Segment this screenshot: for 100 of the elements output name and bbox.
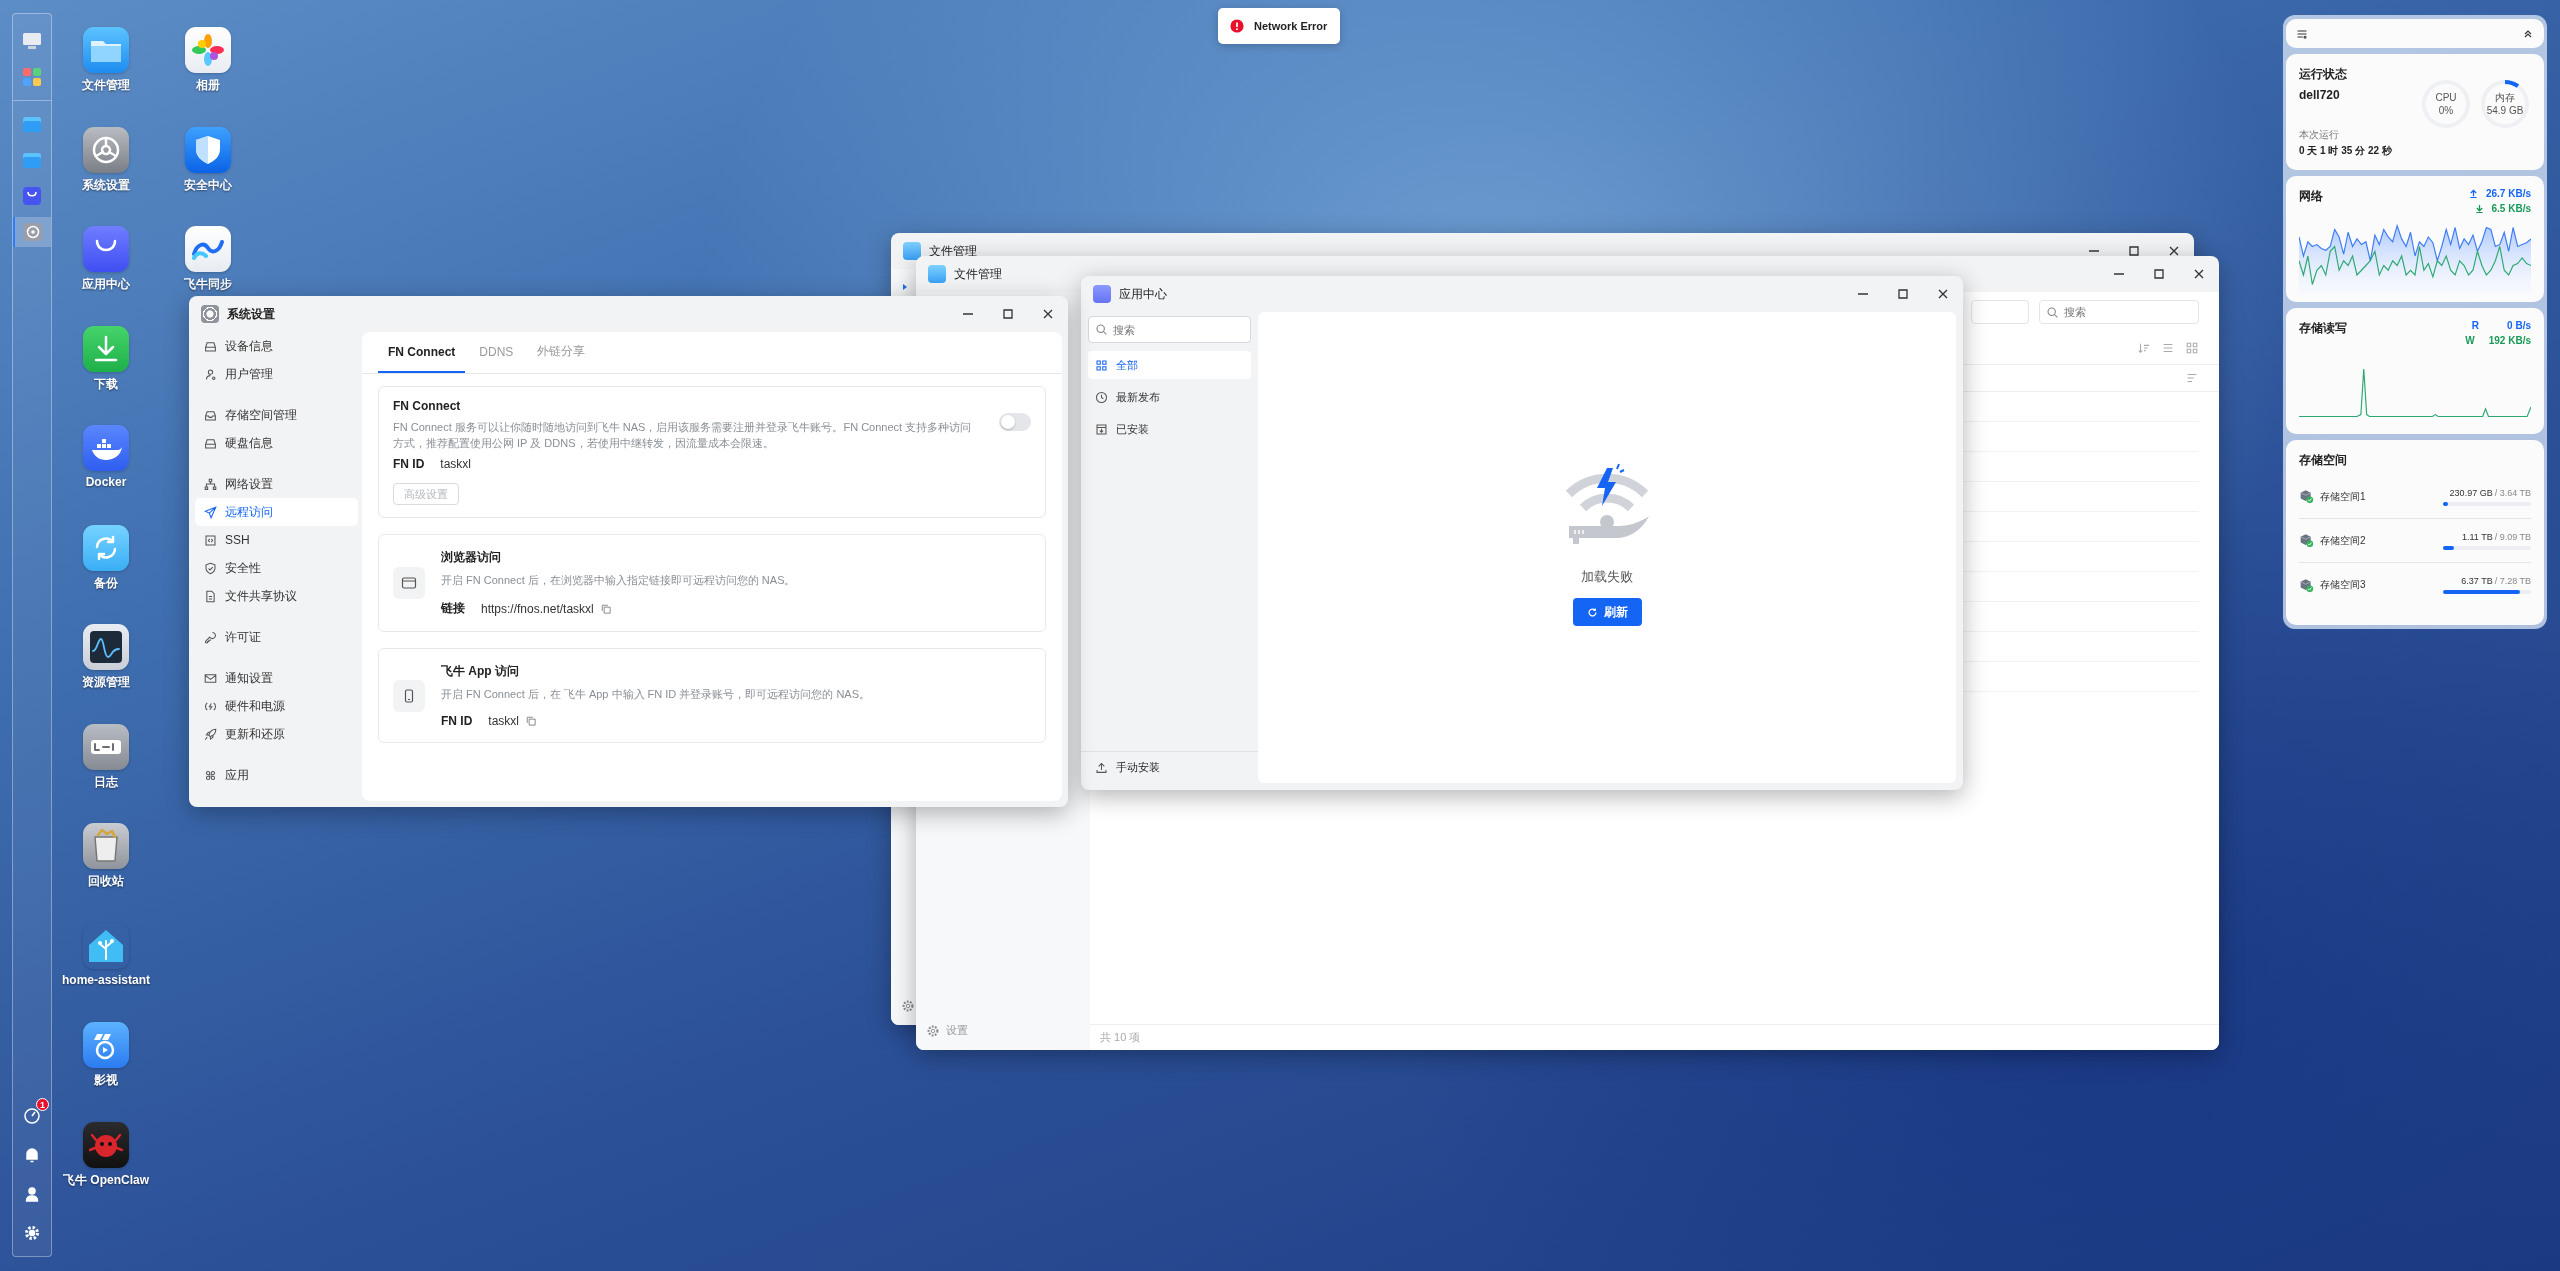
- sidebar-item[interactable]: 用户管理: [195, 360, 358, 388]
- app-label: Docker: [85, 475, 127, 489]
- apps-icon: [204, 768, 217, 782]
- search-field[interactable]: 搜索: [2039, 300, 2199, 324]
- sidebar-item[interactable]: 远程访问: [195, 498, 358, 526]
- maximize-icon[interactable]: [2153, 268, 2165, 280]
- gear-icon: [926, 1023, 940, 1038]
- refresh-icon: [1586, 606, 1598, 618]
- gear-icon[interactable]: [83, 126, 129, 173]
- maximize-icon[interactable]: [2128, 245, 2140, 257]
- maximize-icon[interactable]: [1002, 308, 1014, 320]
- sync-arrows-icon[interactable]: [83, 524, 129, 571]
- upload-arrow-icon: [2468, 189, 2478, 198]
- sidebar-item[interactable]: 最新发布: [1088, 383, 1251, 411]
- refresh-button[interactable]: 刷新: [1572, 598, 1642, 626]
- sidebar-item[interactable]: 许可证: [195, 623, 358, 651]
- gauge-value: 54.9 GB: [2486, 104, 2524, 117]
- app-label: 回收站: [88, 873, 124, 890]
- upload-icon: [1095, 761, 1108, 774]
- close-icon[interactable]: [1042, 308, 1054, 320]
- film-icon[interactable]: [83, 1022, 129, 1068]
- used-space: 230.97 GB: [2449, 487, 2493, 498]
- filter-icon[interactable]: [2296, 27, 2308, 40]
- sidebar-item[interactable]: SSH: [195, 526, 358, 554]
- close-icon[interactable]: [2168, 245, 2180, 257]
- download-icon[interactable]: [83, 325, 129, 372]
- field-label: FN ID: [441, 714, 473, 728]
- user-icon[interactable]: [23, 1185, 41, 1203]
- monitor-icon: [21, 30, 43, 52]
- sidebar-item[interactable]: 安全性: [195, 554, 358, 582]
- widget-title: 存储空间: [2299, 452, 2348, 469]
- window-title: 系统设置: [227, 305, 275, 323]
- uptime-label: 本次运行: [2299, 128, 2340, 142]
- wave-icon[interactable]: [185, 226, 231, 272]
- app-label: 应用中心: [82, 276, 130, 293]
- sidebar-item[interactable]: 更新和还原: [195, 720, 358, 748]
- widget-title: 存储读写: [2299, 320, 2347, 337]
- app-label: 下载: [94, 375, 118, 393]
- browser-window-icon: [393, 567, 425, 599]
- key-icon: [204, 630, 217, 644]
- close-icon[interactable]: [1937, 288, 1949, 300]
- sidebar-item[interactable]: 设备信息: [195, 332, 358, 360]
- card-title: 飞牛 App 访问: [441, 663, 520, 680]
- whale-icon[interactable]: [83, 425, 129, 471]
- write-rate: 192 KB/s: [2488, 335, 2531, 346]
- bell-icon[interactable]: [23, 1146, 41, 1164]
- user-icon: [204, 367, 217, 381]
- sidebar-item[interactable]: 硬盘信息: [195, 429, 358, 457]
- error-message: 加载失败: [1581, 568, 1633, 586]
- close-icon[interactable]: [2193, 268, 2205, 280]
- sidebar-item[interactable]: 硬件和电源: [195, 692, 358, 720]
- card-description: 开启 FN Connect 后，在浏览器中输入指定链接即可远程访问您的 NAS。: [441, 573, 797, 588]
- speedometer-icon[interactable]: [23, 1107, 41, 1125]
- app-label: 飞牛 OpenClaw: [63, 1171, 149, 1189]
- settings-icon[interactable]: [901, 999, 915, 1013]
- drive-icon: [204, 339, 217, 353]
- shield-icon[interactable]: [185, 126, 231, 173]
- app-label: 相册: [196, 77, 220, 94]
- sidebar-item[interactable]: 存储空间管理: [195, 401, 358, 429]
- trash-bin-icon[interactable]: [83, 823, 129, 869]
- sidebar-item[interactable]: 应用: [195, 761, 358, 789]
- sidebar-item[interactable]: 通知设置: [195, 664, 358, 692]
- storage-volume-icon: [2299, 577, 2314, 593]
- maximize-icon[interactable]: [1897, 288, 1909, 300]
- toggle-switch[interactable]: [999, 413, 1031, 431]
- download-box-icon: [1095, 422, 1108, 436]
- gear-icon: [201, 305, 219, 323]
- phone-icon: [393, 679, 425, 712]
- app-label: 资源管理: [82, 674, 130, 691]
- sidebar-item[interactable]: 全部: [1088, 351, 1251, 379]
- card-title: 浏览器访问: [441, 549, 502, 566]
- flower-icon[interactable]: [185, 27, 231, 73]
- widget-title: 网络: [2299, 188, 2323, 205]
- dock-button[interactable]: [13, 217, 51, 247]
- search-field[interactable]: 搜索: [1088, 316, 1251, 343]
- shopping-bag-icon: [1093, 285, 1111, 303]
- shopping-bag-icon[interactable]: [83, 226, 129, 272]
- pulse-monitor-icon[interactable]: [83, 624, 129, 670]
- gauge-label: CPU: [2435, 91, 2457, 104]
- sidebar-item[interactable]: 已安装: [1088, 415, 1251, 443]
- grid-icon: [1095, 358, 1108, 372]
- creature-icon[interactable]: [83, 1121, 129, 1168]
- folder-icon[interactable]: [83, 27, 129, 73]
- app-label: 备份: [94, 574, 118, 592]
- field-label: FN ID: [393, 457, 425, 471]
- write-label: W: [2465, 335, 2475, 346]
- storage-volume-icon: [2299, 489, 2314, 504]
- item-count: 共 10 项: [1100, 1030, 1141, 1045]
- app-label: 文件管理: [82, 77, 130, 94]
- settings-icon[interactable]: [23, 1224, 41, 1242]
- sidebar-item[interactable]: 文件共享协议: [195, 582, 358, 610]
- gauge-label: 内存: [2495, 91, 2515, 104]
- log-icon[interactable]: [83, 723, 129, 770]
- app-label: home-assistant: [62, 972, 150, 987]
- tab[interactable]: FN Connect: [378, 332, 466, 373]
- card-title: FN Connect: [393, 399, 462, 413]
- caret-icon[interactable]: [901, 283, 909, 291]
- path-field[interactable]: [1971, 300, 2029, 324]
- download-arrow-icon: [2474, 204, 2484, 213]
- sidebar-item[interactable]: 网络设置: [195, 470, 358, 498]
